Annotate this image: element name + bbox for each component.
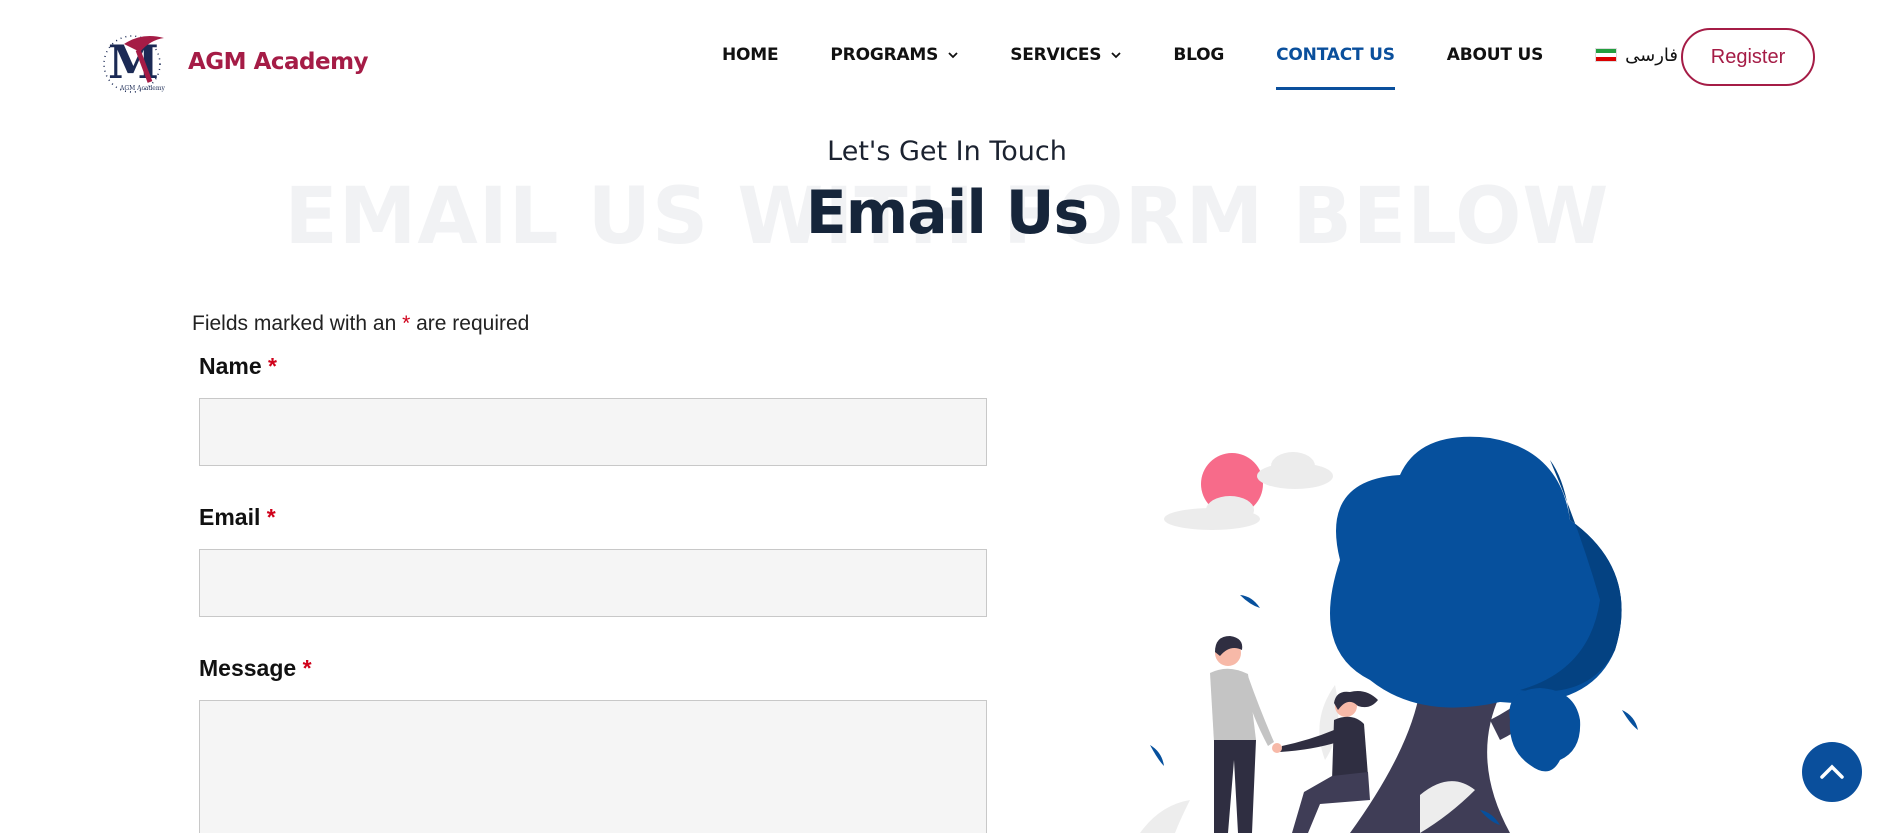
message-field[interactable] xyxy=(199,700,987,833)
nav-label: BLOG xyxy=(1173,45,1225,65)
svg-text:AGM Academy: AGM Academy xyxy=(119,85,166,92)
language-switcher[interactable]: فارسی xyxy=(1595,0,1678,110)
nav-label: CONTACT US xyxy=(1276,45,1395,65)
nav-item-blog[interactable]: BLOG xyxy=(1173,0,1224,110)
brand-name: AGM Academy xyxy=(188,49,369,75)
required-note-prefix: Fields marked with an xyxy=(192,312,397,335)
woman-body xyxy=(1332,716,1368,780)
required-star: * xyxy=(268,353,277,379)
register-button[interactable]: Register xyxy=(1681,28,1815,86)
name-field[interactable] xyxy=(199,398,987,466)
chevron-down-icon xyxy=(1111,52,1121,59)
main-nav: HOME PROGRAMS SERVICES BLOG CONTACT US A… xyxy=(722,0,1730,110)
couple-under-tree-illustration xyxy=(1140,436,1638,833)
man-legs xyxy=(1214,740,1256,833)
leaf-shape xyxy=(1622,710,1638,730)
nav-label: PROGRAMS xyxy=(830,45,939,65)
nav-item-contact-us[interactable]: CONTACT US xyxy=(1276,0,1395,110)
iran-flag-icon xyxy=(1595,48,1618,62)
cloud-shape xyxy=(1206,496,1254,524)
email-label: Email * xyxy=(199,504,276,531)
email-field[interactable] xyxy=(199,549,987,617)
nav-label: ABOUT US xyxy=(1446,45,1544,65)
required-star: * xyxy=(402,312,411,335)
required-note-suffix: are required xyxy=(416,312,530,335)
email-label-text: Email xyxy=(199,504,261,530)
chevron-down-icon xyxy=(948,52,958,59)
nav-item-home[interactable]: HOME xyxy=(722,0,779,110)
name-label: Name * xyxy=(199,353,277,380)
required-star: * xyxy=(266,504,276,530)
nav-label: SERVICES xyxy=(1010,45,1102,65)
name-label-text: Name xyxy=(199,353,262,379)
nav-item-about-us[interactable]: ABOUT US xyxy=(1446,0,1544,110)
language-label: فارسی xyxy=(1625,44,1679,65)
plant-shape xyxy=(1140,800,1190,833)
leaf-shape xyxy=(1150,745,1164,766)
chevron-up-icon xyxy=(1820,764,1844,779)
message-label: Message * xyxy=(199,655,312,682)
nav-item-services[interactable]: SERVICES xyxy=(1010,0,1121,110)
section-subtitle: Let's Get In Touch xyxy=(827,136,1067,167)
cloud-shape xyxy=(1271,452,1315,480)
holding-hands xyxy=(1272,743,1282,753)
agm-logo-icon: M AGM Academy xyxy=(103,35,166,93)
page-title: Email Us xyxy=(805,178,1089,248)
nav-item-programs[interactable]: PROGRAMS xyxy=(830,0,958,110)
tree-canopy-small xyxy=(1509,688,1581,772)
brand-logo[interactable]: M AGM Academy AGM Academy xyxy=(94,30,369,94)
scroll-to-top-button[interactable] xyxy=(1802,742,1862,802)
leaf-shape xyxy=(1240,595,1260,608)
message-label-text: Message xyxy=(199,655,297,681)
required-fields-note: Fields marked with an * are required xyxy=(192,312,529,336)
site-header: M AGM Academy AGM Academy HOME PROGRAMS … xyxy=(0,0,1894,110)
nav-label: HOME xyxy=(722,45,779,65)
required-star: * xyxy=(302,655,312,681)
